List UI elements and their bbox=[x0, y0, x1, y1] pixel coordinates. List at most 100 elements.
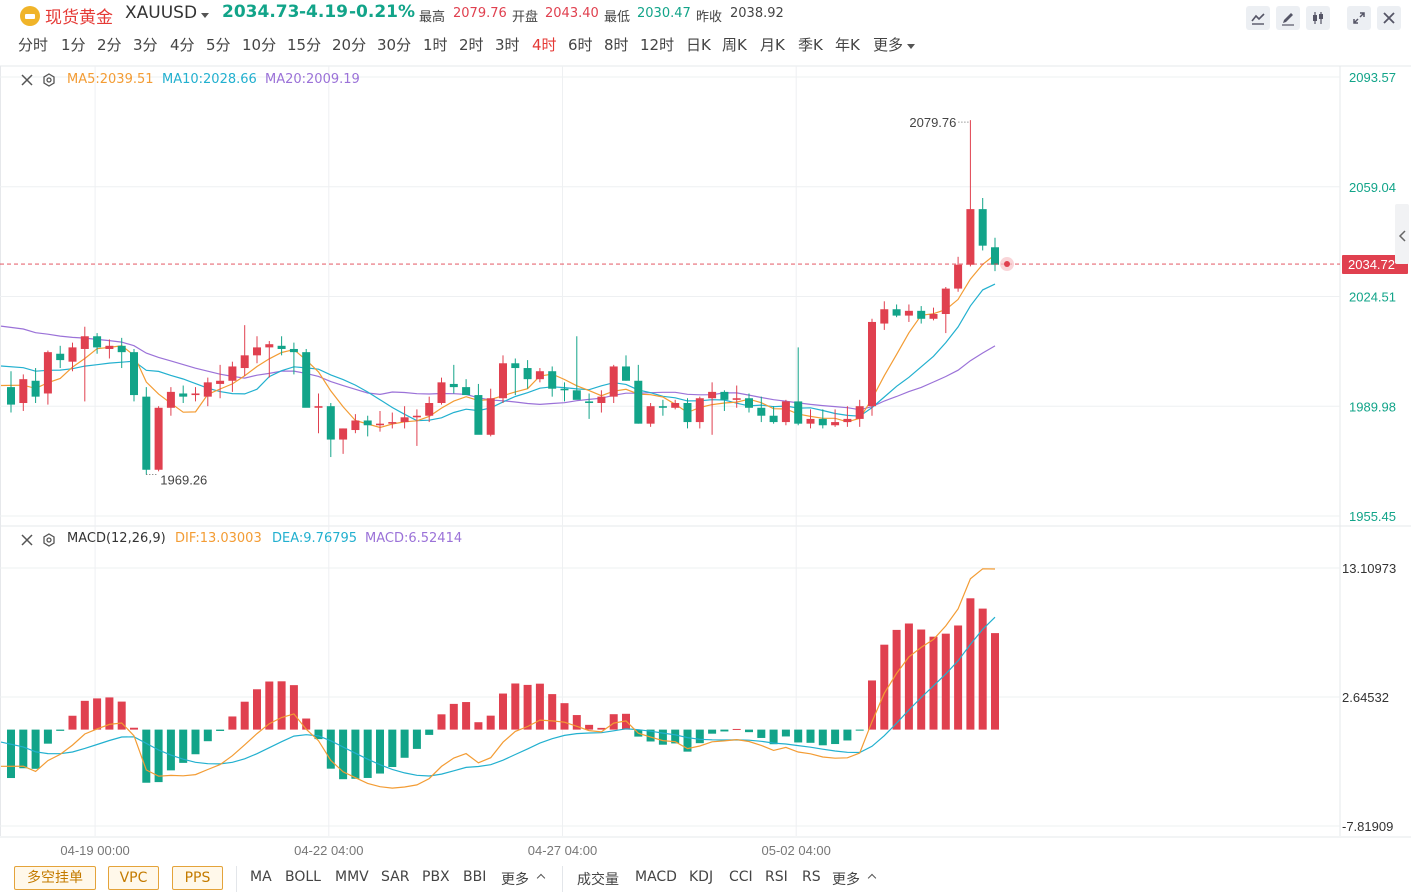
candle-body bbox=[855, 406, 864, 419]
candle-body bbox=[130, 352, 138, 396]
chevron-up-icon[interactable] bbox=[867, 873, 877, 883]
candle-body bbox=[732, 398, 741, 400]
macd-histogram-bar bbox=[609, 714, 618, 730]
min-price-marker: 1969.26 bbox=[160, 473, 207, 488]
candle-body bbox=[868, 321, 876, 407]
max-price-marker: 2079.76 bbox=[909, 115, 956, 130]
candle-body bbox=[917, 310, 926, 319]
chevron-up-icon[interactable] bbox=[536, 873, 546, 883]
candle-body bbox=[105, 345, 114, 349]
macd-histogram-bar bbox=[499, 693, 507, 730]
indicator-volume[interactable]: 成交量 bbox=[577, 869, 619, 889]
indicator-rs[interactable]: RS bbox=[802, 869, 821, 885]
vpc-button[interactable]: VPC bbox=[108, 866, 159, 890]
macd-histogram-bar bbox=[166, 729, 175, 771]
settings-icon[interactable] bbox=[42, 73, 56, 87]
candle-body bbox=[363, 420, 372, 426]
more-main-indicators[interactable]: 更多 bbox=[501, 869, 529, 889]
indicator-rsi[interactable]: RSI bbox=[765, 869, 788, 885]
last-price-tag-text: 2034.72 bbox=[1348, 257, 1395, 272]
macd-histogram-bar bbox=[831, 729, 840, 745]
price-axis-label: 2093.57 bbox=[1349, 70, 1396, 85]
candle-body bbox=[658, 406, 667, 408]
pps-button[interactable]: PPS bbox=[172, 866, 223, 890]
ma10-legend: MA10:2028.66 bbox=[162, 72, 257, 87]
indicator-ma[interactable]: MA bbox=[250, 869, 272, 885]
candle-body bbox=[80, 336, 89, 349]
price-axis-label: 2024.51 bbox=[1349, 290, 1396, 305]
macd-histogram-bar bbox=[289, 685, 298, 730]
indicator-pbx[interactable]: PBX bbox=[422, 869, 450, 885]
close-indicator-icon[interactable] bbox=[20, 533, 34, 547]
time-axis-label: 04-22 04:00 bbox=[294, 843, 363, 858]
candle-body bbox=[19, 379, 28, 404]
indicator-boll[interactable]: BOLL bbox=[285, 869, 321, 885]
candle-body bbox=[572, 390, 581, 400]
candle-body bbox=[708, 391, 717, 399]
macd-histogram-bar bbox=[412, 729, 421, 749]
candle-body bbox=[671, 403, 680, 408]
candle-body bbox=[216, 380, 225, 384]
candle-body bbox=[831, 422, 840, 426]
macd-axis-label: 13.10973 bbox=[1342, 561, 1396, 576]
candle-body bbox=[954, 264, 963, 289]
price-axis-label: 1955.45 bbox=[1349, 509, 1396, 524]
macd-legend-name: MACD(12,26,9) bbox=[67, 531, 166, 546]
long-short-orders-button[interactable]: 多空挂单 bbox=[14, 866, 96, 890]
macd-value-legend: MACD:6.52414 bbox=[365, 531, 463, 546]
macd-histogram-bar bbox=[216, 729, 225, 731]
macd-histogram-bar bbox=[68, 715, 77, 730]
macd-histogram-bar bbox=[732, 728, 741, 730]
candle-body bbox=[560, 388, 569, 391]
candle-body bbox=[757, 407, 766, 416]
chart-canvas[interactable]: 2093.57 2059.04 2024.51 1989.98 1955.45 13.10… bbox=[0, 0, 1411, 894]
macd-histogram-bar bbox=[31, 729, 40, 769]
candle-body bbox=[240, 355, 249, 369]
macd-histogram-bar bbox=[253, 689, 261, 730]
indicator-cci[interactable]: CCI bbox=[729, 869, 753, 885]
candle-body bbox=[425, 403, 434, 416]
candle-body bbox=[154, 407, 163, 470]
ma5-legend: MA5:2039.51 bbox=[67, 72, 154, 87]
candle-body bbox=[462, 387, 471, 396]
indicator-sar[interactable]: SAR bbox=[381, 869, 409, 885]
candle-body bbox=[388, 422, 397, 424]
candle-body bbox=[585, 401, 594, 404]
macd-axis-label: 2.64532 bbox=[1342, 690, 1389, 705]
candle-body bbox=[499, 363, 507, 399]
close-indicator-icon[interactable] bbox=[20, 73, 34, 87]
indicator-bbi[interactable]: BBI bbox=[463, 869, 486, 885]
indicator-macd[interactable]: MACD bbox=[635, 869, 677, 885]
indicator-mmv[interactable]: MMV bbox=[335, 869, 369, 885]
settings-icon[interactable] bbox=[42, 533, 56, 547]
macd-histogram-bar bbox=[462, 702, 471, 730]
macd-histogram-bar bbox=[376, 729, 384, 774]
more-sub-indicators[interactable]: 更多 bbox=[832, 869, 860, 889]
macd-histogram-bar bbox=[585, 724, 594, 730]
macd-histogram-bar bbox=[523, 684, 532, 730]
candle-body bbox=[166, 391, 175, 408]
candle-body bbox=[7, 387, 15, 405]
candle-body bbox=[806, 418, 815, 424]
last-price-dot bbox=[1004, 261, 1010, 268]
candle-body bbox=[511, 363, 520, 369]
macd-histogram-bar bbox=[658, 729, 667, 745]
candle-body bbox=[523, 368, 532, 380]
macd-histogram-bar bbox=[474, 722, 483, 730]
candle-body bbox=[326, 406, 335, 440]
macd-histogram-bar bbox=[892, 629, 901, 730]
candle-body bbox=[646, 406, 655, 424]
candle-body bbox=[302, 352, 311, 408]
macd-histogram-bar bbox=[855, 729, 864, 731]
time-axis-label: 04-19 00:00 bbox=[60, 843, 129, 858]
macd-histogram-bar bbox=[781, 729, 790, 737]
macd-histogram-bar bbox=[806, 729, 815, 743]
candle-body bbox=[289, 348, 298, 353]
divider bbox=[236, 866, 237, 892]
candle-body bbox=[843, 418, 852, 423]
chart-app: 现货黄金 XAUUSD 2034.73 -4.19 -0.21% 最高 2079… bbox=[0, 0, 1411, 894]
macd-histogram-bar bbox=[991, 633, 999, 730]
indicator-kdj[interactable]: KDJ bbox=[689, 869, 713, 885]
candle-body bbox=[892, 309, 901, 316]
candle-body bbox=[622, 366, 630, 381]
